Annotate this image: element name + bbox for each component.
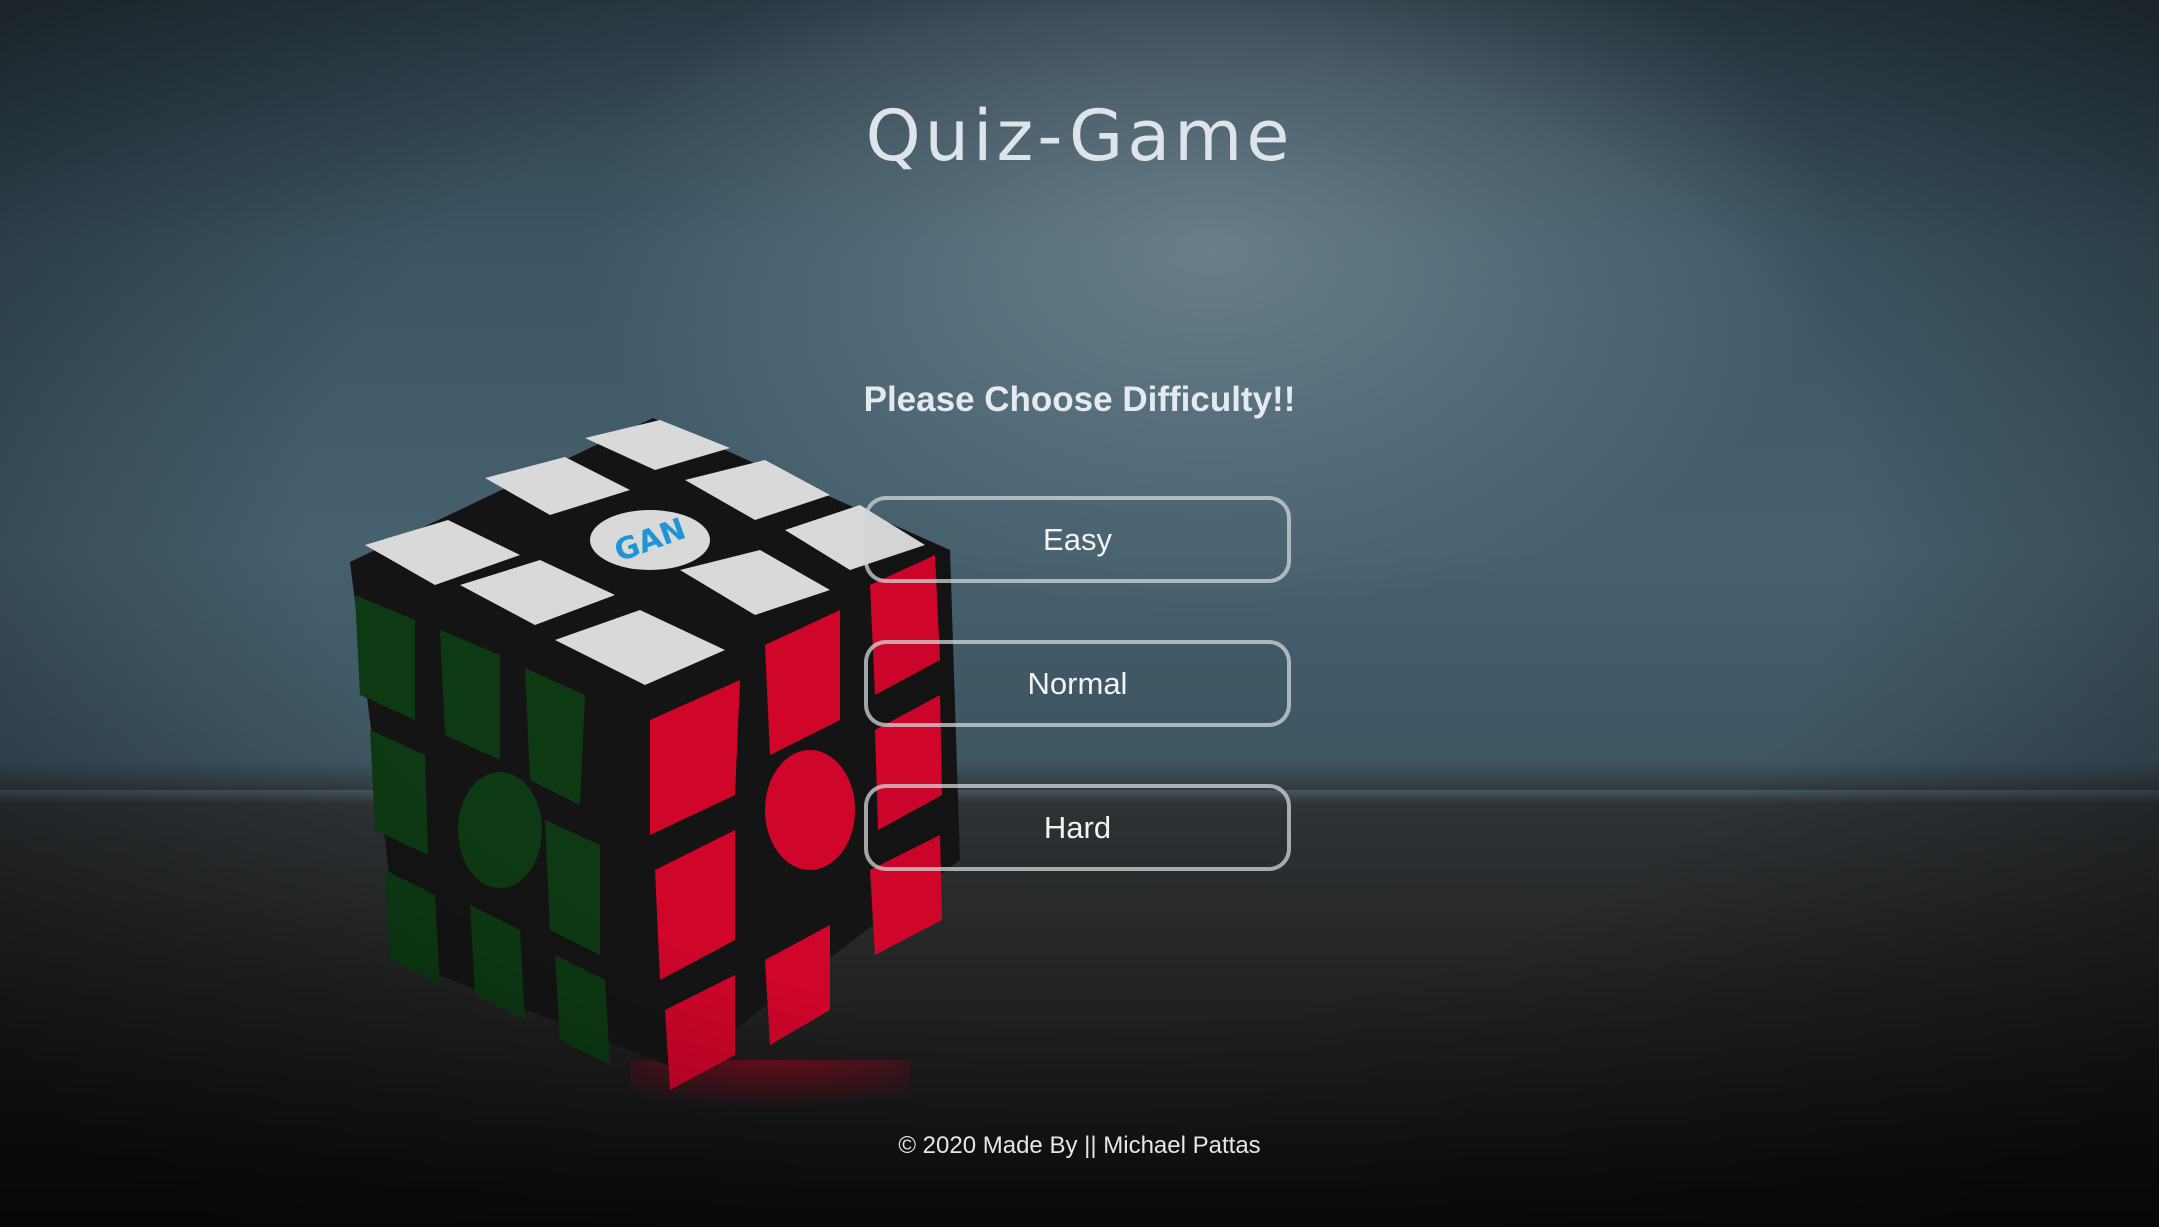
hard-button[interactable]: Hard [864,784,1291,871]
vignette-overlay [0,0,2159,1227]
normal-button[interactable]: Normal [864,640,1291,727]
easy-button[interactable]: Easy [864,496,1291,583]
page-title: Quiz-Game [865,95,1294,177]
footer-credit: © 2020 Made By || Michael Pattas [898,1132,1261,1159]
difficulty-prompt: Please Choose Difficulty!! [863,380,1296,419]
